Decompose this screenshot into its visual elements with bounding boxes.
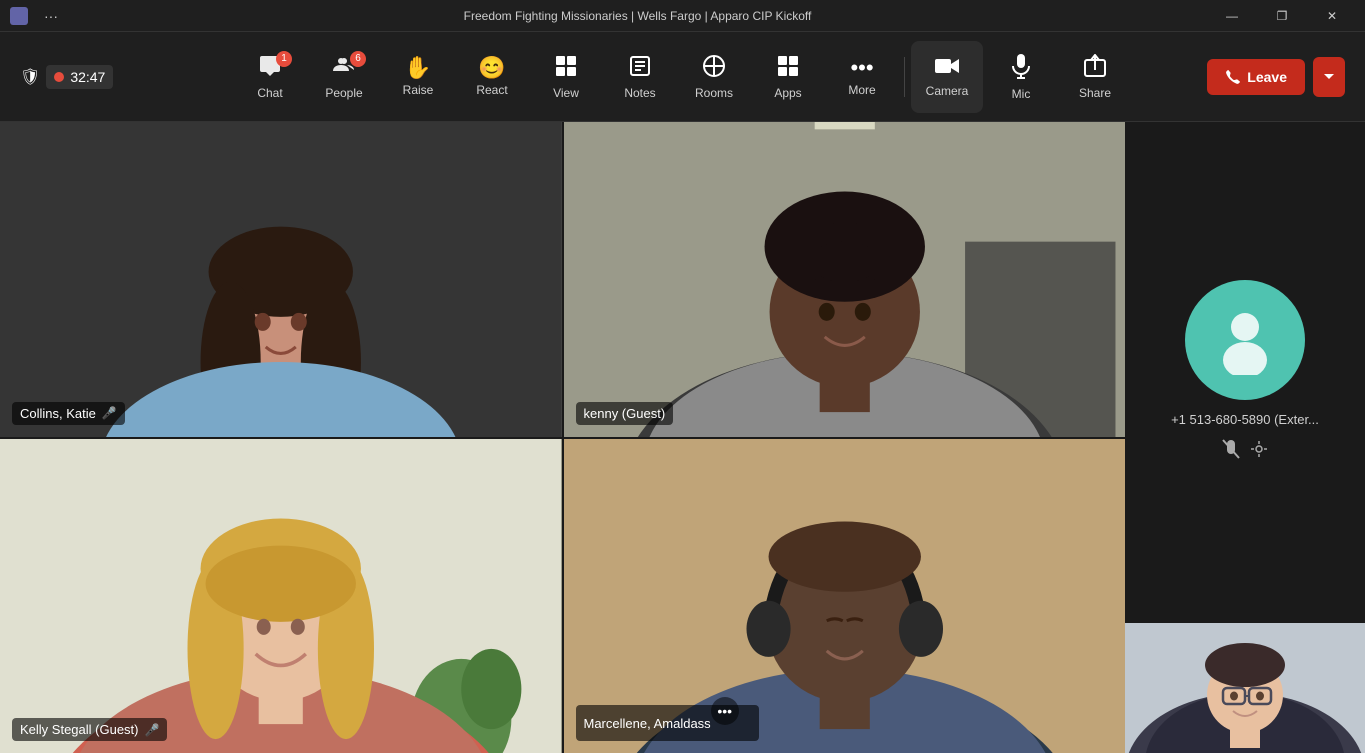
participant-name-kenny: kenny (Guest) — [584, 406, 666, 421]
phone-icon — [1225, 69, 1241, 85]
toolbar-right: Leave — [1207, 57, 1345, 97]
toolbar-item-view[interactable]: View — [530, 41, 602, 113]
thumbnail-video — [1125, 623, 1365, 753]
timer-display: 32:47 — [70, 69, 105, 85]
phone-avatar — [1185, 280, 1305, 400]
toolbar-item-rooms[interactable]: Rooms — [678, 41, 750, 113]
avatar-kenny — [564, 122, 1126, 437]
phone-participant-number: +1 513-680-5890 (Exter... — [1171, 412, 1319, 427]
toolbar-item-chat[interactable]: 1 Chat — [234, 41, 306, 113]
participant-label-kenny: kenny (Guest) — [576, 402, 674, 425]
main-content: Collins, Katie 🎤 — [0, 122, 1365, 753]
phone-participant-controls — [1222, 439, 1268, 464]
video-grid: Collins, Katie 🎤 — [0, 122, 1125, 753]
toolbar-item-people[interactable]: 6 People — [308, 41, 380, 113]
phone-participant: +1 513-680-5890 (Exter... — [1125, 122, 1365, 621]
toolbar-left: 🛡 32:47 — [20, 65, 113, 89]
video-tile-kenny: kenny (Guest) — [564, 122, 1126, 437]
close-button[interactable]: ✕ — [1309, 0, 1355, 32]
participant-name-marcellene: Marcellene, Amaldass — [584, 716, 711, 731]
titlebar-dots[interactable]: ··· — [36, 8, 66, 24]
app-logo — [10, 7, 28, 25]
video-tile-marcellene: Marcellene, Amaldass ••• — [564, 439, 1126, 753]
titlebar-controls: — ❐ ✕ — [1209, 0, 1355, 32]
mic-on-katie: 🎤 — [102, 406, 117, 420]
avatar-kelly — [0, 439, 562, 753]
notes-icon — [628, 54, 652, 82]
toolbar-item-apps[interactable]: Apps — [752, 41, 824, 113]
toolbar-items: 1 Chat 6 People ✋ Raise 😊 React — [234, 41, 1131, 113]
rec-dot — [54, 72, 64, 82]
people-label: People — [325, 86, 362, 100]
maximize-button[interactable]: ❐ — [1259, 0, 1305, 32]
react-label: React — [476, 83, 507, 97]
raise-label: Raise — [403, 83, 434, 97]
toolbar-item-raise[interactable]: ✋ Raise — [382, 41, 454, 113]
notes-label: Notes — [624, 86, 655, 100]
toolbar-item-more[interactable]: ••• More — [826, 41, 898, 113]
mic-icon — [1011, 53, 1031, 83]
video-feed-kelly — [0, 439, 562, 753]
avatar-katie — [0, 122, 562, 437]
phone-mute-icon — [1222, 439, 1240, 464]
toolbar-separator — [904, 57, 905, 97]
thumbnail-avatar — [1125, 623, 1365, 753]
share-label: Share — [1079, 86, 1111, 100]
video-feed-kenny — [564, 122, 1126, 437]
window-title: Freedom Fighting Missionaries | Wells Fa… — [66, 9, 1209, 23]
raise-icon: ✋ — [404, 57, 431, 79]
shield-icon: 🛡 — [20, 67, 40, 87]
mic-label: Mic — [1012, 87, 1031, 101]
phone-lower-icon — [1250, 440, 1268, 463]
participant-name-katie: Collins, Katie — [20, 406, 96, 421]
toolbar-item-mic[interactable]: Mic — [985, 41, 1057, 113]
rooms-icon — [702, 54, 726, 82]
titlebar-left: ··· — [10, 7, 66, 25]
more-label: More — [848, 83, 875, 97]
chat-badge: 1 — [276, 51, 292, 67]
camera-label: Camera — [926, 84, 969, 98]
toolbar-item-notes[interactable]: Notes — [604, 41, 676, 113]
minimize-button[interactable]: — — [1209, 0, 1255, 32]
video-tile-kelly: Kelly Stegall (Guest) 🎤 — [0, 439, 562, 753]
share-icon — [1084, 54, 1106, 82]
video-feed-katie — [0, 122, 562, 437]
people-badge: 6 — [350, 51, 366, 67]
right-panel: +1 513-680-5890 (Exter... — [1125, 122, 1365, 753]
participant-label-marcellene: Marcellene, Amaldass ••• — [576, 705, 759, 741]
participant-label-katie: Collins, Katie 🎤 — [12, 402, 125, 425]
participant-more-marcellene[interactable]: ••• — [711, 697, 739, 725]
participant-name-kelly: Kelly Stegall (Guest) — [20, 722, 139, 737]
rooms-label: Rooms — [695, 86, 733, 100]
recording-timer: 32:47 — [46, 65, 113, 89]
toolbar-item-camera[interactable]: Camera — [911, 41, 983, 113]
leave-button[interactable]: Leave — [1207, 59, 1305, 95]
thumbnail-participant — [1125, 623, 1365, 753]
view-icon — [554, 54, 578, 82]
react-icon: 😊 — [478, 57, 505, 79]
chat-label: Chat — [257, 86, 282, 100]
apps-label: Apps — [774, 86, 801, 100]
view-label: View — [553, 86, 579, 100]
person-silhouette-icon — [1210, 305, 1280, 375]
toolbar-item-share[interactable]: Share — [1059, 41, 1131, 113]
more-icon: ••• — [850, 57, 873, 79]
apps-icon — [776, 54, 800, 82]
meeting-toolbar: 🛡 32:47 1 Chat — [0, 32, 1365, 122]
toolbar-item-react[interactable]: 😊 React — [456, 41, 528, 113]
camera-icon — [934, 56, 960, 80]
mic-on-kelly: 🎤 — [145, 723, 160, 737]
video-tile-katie: Collins, Katie 🎤 — [0, 122, 562, 437]
chevron-down-icon — [1323, 73, 1335, 81]
participant-label-kelly: Kelly Stegall (Guest) 🎤 — [12, 718, 167, 741]
title-bar: ··· Freedom Fighting Missionaries | Well… — [0, 0, 1365, 32]
leave-dropdown-button[interactable] — [1313, 57, 1345, 97]
